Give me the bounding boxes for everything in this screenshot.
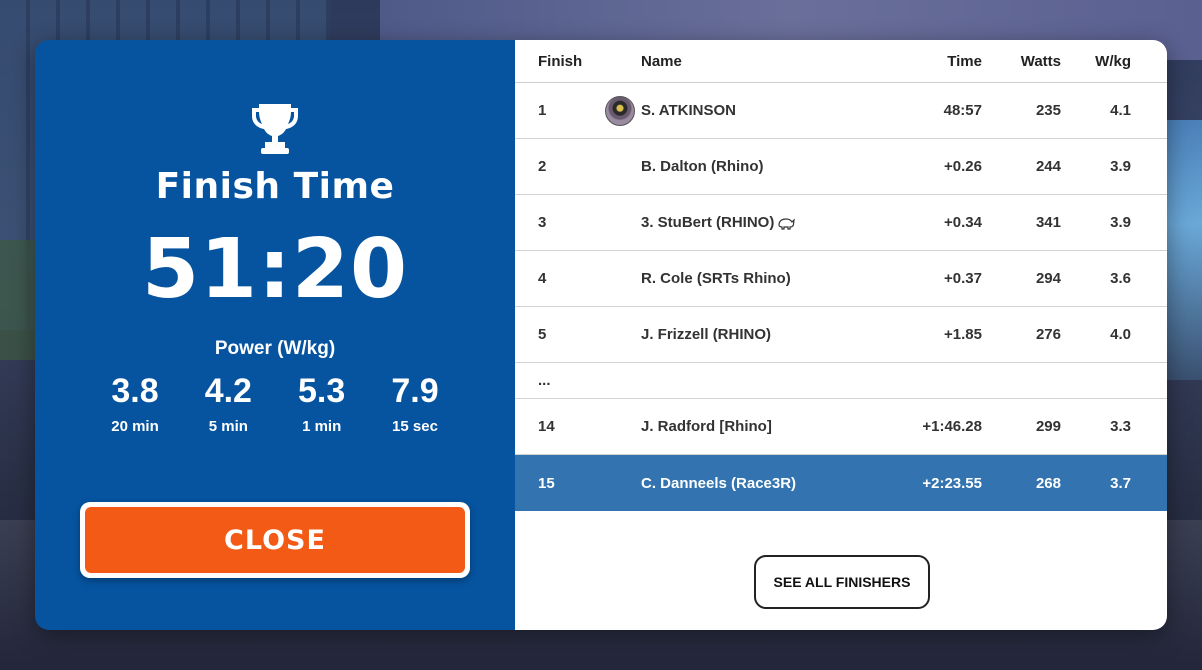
close-button[interactable]: CLOSE [80,502,470,578]
row-wkg: 4.0 [1110,326,1131,343]
row-finish: 4 [538,270,547,287]
header-finish: Finish [538,52,583,70]
power-value: 7.9 [391,372,439,410]
row-time: +1:46.28 [922,418,982,435]
table-row[interactable]: 4 R. Cole (SRTs Rhino) +0.37 294 3.6 [515,251,1167,307]
row-wkg: 3.7 [1110,474,1131,492]
row-watts: 294 [1035,270,1061,287]
row-watts: 276 [1035,326,1061,343]
header-wkg: W/kg [1095,52,1131,70]
row-finish: 3 [538,214,547,231]
row-watts: 235 [1035,102,1061,119]
row-wkg: 3.9 [1110,214,1131,231]
power-label: Power (W/kg) [214,338,336,359]
close-button-label: CLOSE [85,507,465,573]
power-value: 5.3 [298,372,346,410]
table-row[interactable]: 2 B. Dalton (Rhino) +0.26 244 3.9 [515,139,1167,195]
row-finish: 2 [538,158,547,175]
row-watts: 341 [1035,214,1061,231]
row-time: 48:57 [943,102,982,119]
power-stat-15sec: 7.9 15 sec [370,370,460,440]
power-duration: 20 min [111,418,159,435]
background-grass [0,240,40,360]
table-row[interactable]: 14 J. Radford [Rhino] +1:46.28 299 3.3 [515,399,1167,455]
row-watts: 268 [1035,474,1061,492]
power-value: 3.8 [111,372,159,410]
table-row-current-user[interactable]: 15 C. Danneels (Race3R) +2:23.55 268 3.7 [515,455,1167,511]
results-table-header: Finish Name Time Watts W/kg [515,40,1167,83]
row-time: +2:23.55 [922,474,982,492]
header-watts: Watts [1020,52,1061,70]
results-table-panel: Finish Name Time Watts W/kg 1 S. ATKINSO… [515,40,1167,630]
row-finish: 1 [538,102,547,119]
table-row[interactable]: 5 J. Frizzell (RHINO) +1.85 276 4.0 [515,307,1167,363]
power-stat-5min: 4.2 5 min [183,370,273,440]
row-finish: 5 [538,326,547,343]
row-finish: 14 [538,418,555,435]
power-stats: 3.8 20 min 4.2 5 min 5.3 1 min 7.9 15 se… [90,370,460,440]
finish-time-value: 51:20 [141,222,408,317]
finish-time-title: Finish Time [155,166,395,207]
row-wkg: 3.3 [1110,418,1131,435]
finish-summary-panel: Finish Time 51:20 Power (W/kg) 3.8 20 mi… [35,40,515,630]
row-watts: 299 [1035,418,1061,435]
row-wkg: 3.6 [1110,270,1131,287]
row-wkg: 3.9 [1110,158,1131,175]
trophy-icon [252,104,298,154]
race-results-modal: Finish Time 51:20 Power (W/kg) 3.8 20 mi… [35,40,1167,630]
row-watts: 244 [1035,158,1061,175]
power-duration: 15 sec [392,418,438,435]
row-time: +0.26 [944,158,982,175]
row-finish: 15 [538,474,555,492]
row-name: 3. StuBert (RHINO) [641,214,775,231]
row-finish: ... [538,372,551,389]
rider-avatar [605,83,635,138]
row-wkg: 4.1 [1110,102,1131,119]
power-duration: 1 min [302,418,342,435]
row-time: +0.34 [944,214,982,231]
table-row[interactable]: 1 S. ATKINSON 48:57 235 4.1 [515,83,1167,139]
rhino-icon [778,217,796,230]
row-time: +1.85 [944,326,982,343]
power-stat-20min: 3.8 20 min [90,370,180,440]
power-duration: 5 min [208,418,248,435]
power-stat-1min: 5.3 1 min [277,370,367,440]
header-time: Time [947,52,982,70]
table-row-ellipsis: ... [515,363,1167,399]
see-all-finishers-button[interactable]: SEE ALL FINISHERS [754,555,930,609]
table-row[interactable]: 3 3. StuBert (RHINO) +0.34 341 3.9 [515,195,1167,251]
power-value: 4.2 [204,372,252,410]
row-time: +0.37 [944,270,982,287]
